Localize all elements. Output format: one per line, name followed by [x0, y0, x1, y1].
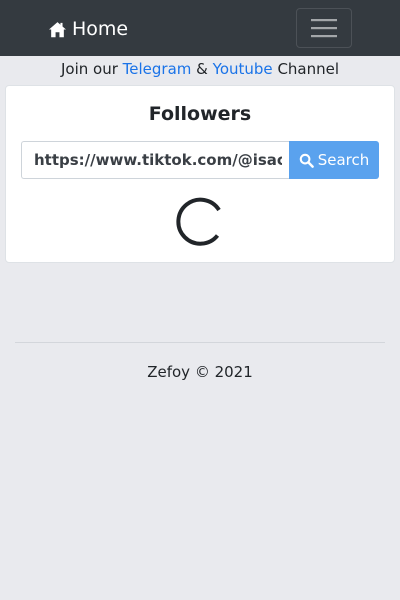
- channel-promo: Join our Telegram & Youtube Channel: [0, 58, 400, 80]
- search-group: Search: [21, 141, 380, 179]
- top-navbar: Home: [0, 0, 400, 56]
- ampersand: &: [196, 60, 208, 78]
- loading-spinner-icon: [175, 197, 225, 247]
- url-input[interactable]: [21, 141, 290, 179]
- home-label: Home: [72, 18, 129, 40]
- footer-divider: [15, 342, 385, 343]
- search-button[interactable]: Search: [289, 141, 379, 179]
- card-title: Followers: [148, 103, 252, 125]
- home-icon: [48, 21, 72, 38]
- footer-copyright: Zefoy © 2021: [147, 363, 253, 381]
- channel-suffix: Channel: [277, 60, 340, 78]
- followers-card: Followers Search: [5, 85, 395, 263]
- menu-icon: [311, 18, 337, 38]
- channel-prefix: Join our: [60, 60, 118, 78]
- telegram-link[interactable]: Telegram: [123, 60, 192, 78]
- menu-toggle-button[interactable]: [296, 8, 352, 48]
- search-icon: [299, 153, 318, 168]
- search-button-label: Search: [317, 151, 370, 169]
- home-link[interactable]: Home: [48, 16, 128, 42]
- youtube-link[interactable]: Youtube: [213, 60, 273, 78]
